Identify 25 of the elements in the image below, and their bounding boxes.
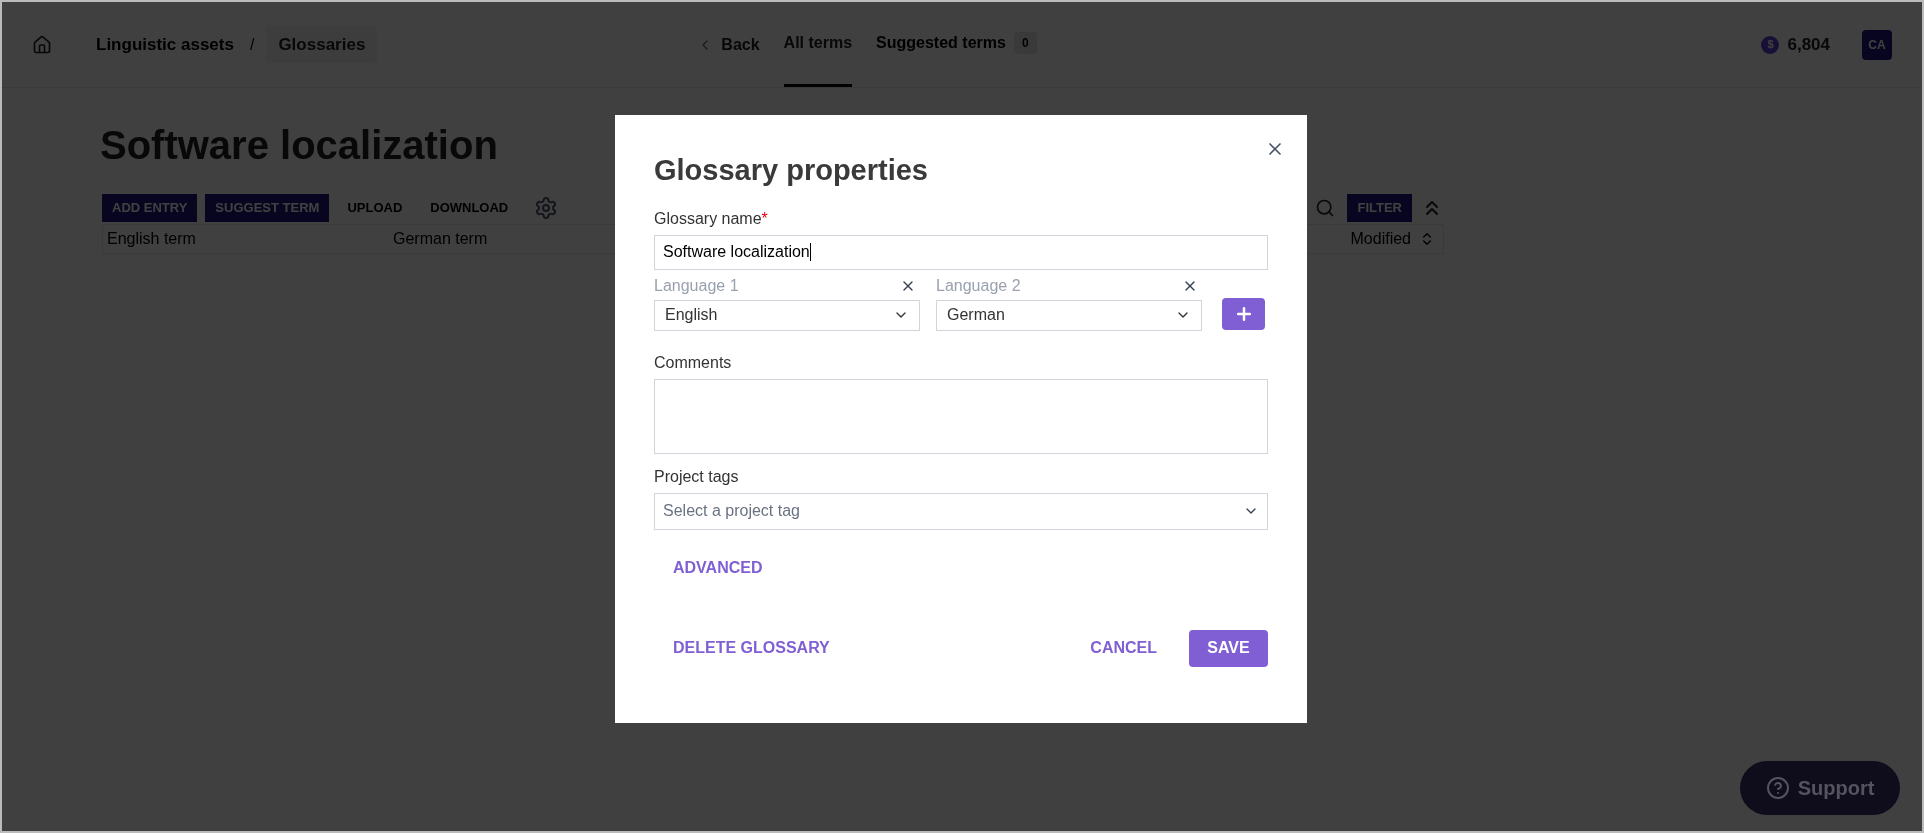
toolbar-button[interactable]: DOWNLOAD (420, 194, 519, 222)
support-button[interactable]: Support (1740, 761, 1900, 815)
field-label: Language 1 (654, 275, 739, 296)
field-label: Glossary name* (654, 209, 768, 227)
cancel-button[interactable]: CANCEL (1090, 636, 1157, 660)
delete-button[interactable]: DELETE GLOSSARY (673, 636, 830, 660)
language-select[interactable]: English (654, 299, 920, 331)
add-language-button[interactable] (1222, 297, 1265, 330)
comments-field[interactable] (654, 378, 1268, 454)
tag-select[interactable]: Select a project tag (654, 492, 1268, 530)
dialog-title: Glossary properties (654, 153, 929, 188)
language-select[interactable]: German (936, 299, 1202, 331)
field-label: Language 2 (936, 275, 1021, 296)
breadcrumb-separator: / (249, 34, 255, 55)
tab-label: All terms (783, 33, 853, 53)
page-title: Software localization (100, 122, 498, 169)
tab-label: Suggested terms (876, 33, 1006, 53)
field-label: Project tags (654, 466, 740, 487)
field-label: Comments (654, 352, 733, 373)
advanced-link[interactable]: ADVANCED (673, 555, 763, 580)
toolbar-button[interactable]: UPLOAD (337, 194, 413, 222)
save-button[interactable]: SAVE (1189, 629, 1268, 667)
credit-balance: 6,804 (1787, 33, 1830, 56)
name-input[interactable]: Software localization (654, 234, 1268, 270)
help-icon (1765, 776, 1790, 800)
